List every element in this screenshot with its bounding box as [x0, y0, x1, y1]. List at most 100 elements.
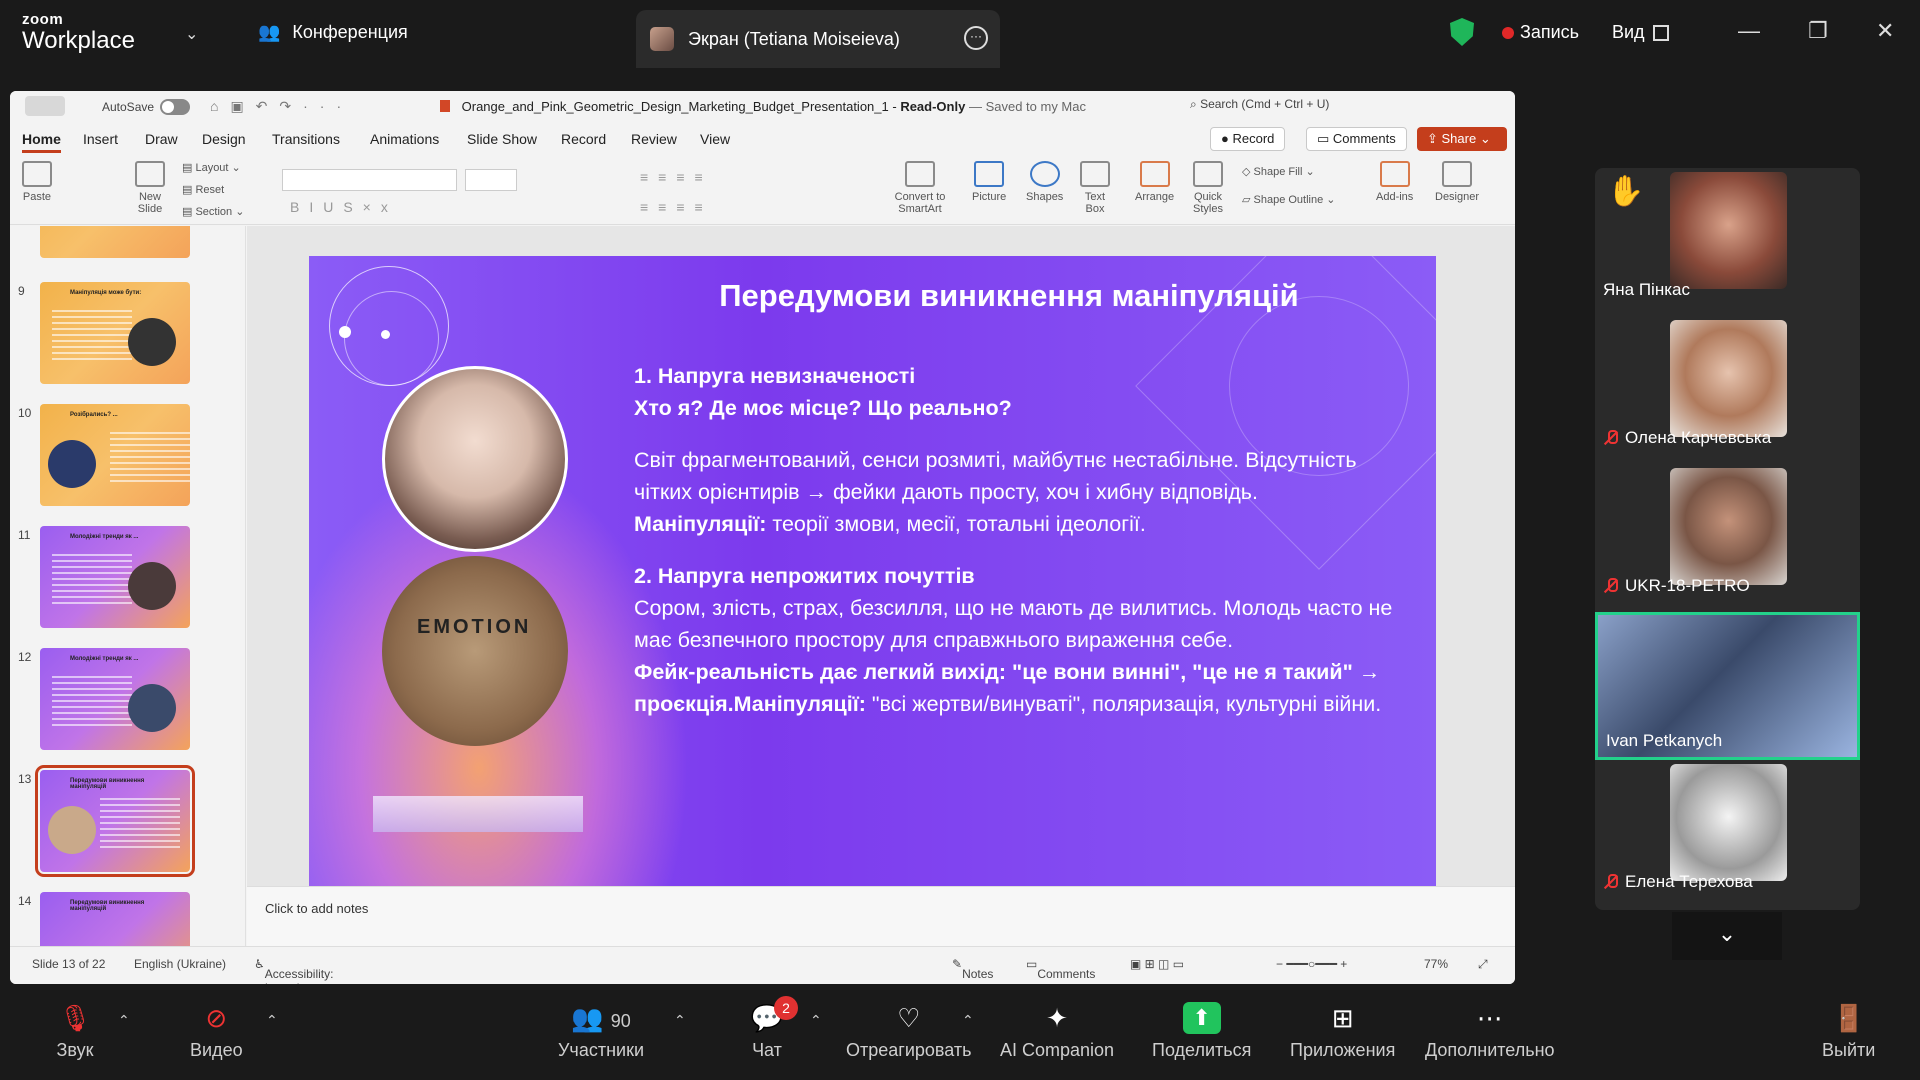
notes-button[interactable]: ✎ Notes: [952, 957, 993, 981]
heading-2: 2. Напруга непрожитих почуттів: [634, 564, 975, 588]
scroll-down-button[interactable]: ⌄: [1672, 912, 1782, 960]
audio-button[interactable]: 🎙 Звук: [56, 1002, 94, 1061]
ribbon-toolbar: Paste New Slide ▤ Layout ⌄ ▤ Reset ▤ Sec…: [10, 155, 1515, 225]
reset-button[interactable]: ▤ Reset: [182, 183, 224, 196]
zoom-logo[interactable]: zoom Workplace: [22, 12, 135, 53]
participant-tile[interactable]: ✋ Яна Пінкас: [1595, 168, 1860, 316]
slide-thumbnails-pane[interactable]: 9 Маніпуляція може бути: 10 Розібрались?…: [10, 226, 246, 946]
restore-icon[interactable]: ❐: [1808, 18, 1828, 44]
share-screen-button[interactable]: ⬆ Поделиться: [1152, 1002, 1251, 1061]
align-icons[interactable]: ≡≡≡≡: [640, 199, 713, 215]
share-button[interactable]: ⇪ Share ⌄: [1417, 127, 1507, 151]
accessibility-button[interactable]: ♿ Accessibility: Investigate: [254, 957, 333, 984]
participant-tile[interactable]: UKR-18-PETRO: [1595, 464, 1860, 612]
tab-design[interactable]: Design: [202, 131, 246, 147]
convert-smartart-button[interactable]: Convert to SmartArt: [885, 161, 955, 215]
more-options-icon[interactable]: ···: [964, 26, 988, 50]
slide-thumbnail-selected[interactable]: Передумови виникнення маніпуляцій: [35, 765, 195, 877]
paste-button[interactable]: Paste: [22, 161, 52, 203]
tab-record[interactable]: Record: [561, 131, 606, 147]
participants-button[interactable]: 👥 90 Участники: [556, 1002, 646, 1061]
shape-fill-button[interactable]: ◇ Shape Fill ⌄: [1242, 165, 1315, 178]
tab-home[interactable]: Home: [22, 131, 61, 153]
comments-button[interactable]: ▭ Comments: [1306, 127, 1407, 151]
tab-view[interactable]: View: [700, 131, 730, 147]
react-button[interactable]: ♡ Отреагировать: [846, 1002, 972, 1061]
thumbnail-image: [48, 440, 96, 488]
tab-insert[interactable]: Insert: [83, 131, 118, 147]
quick-styles-button[interactable]: Quick Styles: [1190, 161, 1226, 215]
leave-button[interactable]: 🚪 Выйти: [1822, 1002, 1875, 1061]
autosave-toggle[interactable]: AutoSave: [102, 99, 191, 115]
tab-slide-show[interactable]: Slide Show: [467, 131, 537, 147]
slide-thumbnail[interactable]: [40, 226, 190, 258]
thumbnail-image: [128, 318, 176, 366]
slide-thumbnail[interactable]: Розібрались? ...: [40, 404, 190, 506]
shape-outline-button[interactable]: ▱ Shape Outline ⌄: [1242, 193, 1336, 206]
tab-draw[interactable]: Draw: [145, 131, 178, 147]
audio-options-caret[interactable]: ⌃: [118, 1012, 130, 1029]
text-format-icons[interactable]: BIUS×x: [290, 199, 398, 215]
add-ins-button[interactable]: Add-ins: [1376, 161, 1413, 203]
close-icon[interactable]: ✕: [1876, 18, 1894, 44]
recording-indicator[interactable]: Запись: [1502, 22, 1579, 43]
arrange-button[interactable]: Arrange: [1135, 161, 1174, 203]
slide-thumbnail[interactable]: Молодіжні тренди як ...: [40, 526, 190, 628]
slide-thumbnail[interactable]: Маніпуляція може бути:: [40, 282, 190, 384]
search-input[interactable]: ⌕ Search (Cmd + Ctrl + U): [1190, 97, 1329, 112]
text-box-button[interactable]: Text Box: [1080, 161, 1110, 215]
security-shield-icon[interactable]: [1450, 18, 1474, 46]
notes-pane[interactable]: Click to add notes: [247, 886, 1515, 946]
share-screen-icon: ⬆: [1182, 1002, 1221, 1034]
chat-options-caret[interactable]: ⌃: [810, 1012, 822, 1029]
slide-thumbnail[interactable]: Передумови виникнення маніпуляцій: [40, 892, 190, 946]
chevron-down-icon[interactable]: ⌄: [185, 24, 198, 44]
picture-button[interactable]: Picture: [972, 161, 1006, 203]
thumbnail-image: [128, 562, 176, 610]
react-options-caret[interactable]: ⌃: [962, 1012, 974, 1029]
quick-access-icons[interactable]: ⌂▣↶↷···: [210, 98, 353, 115]
slide-thumbnail[interactable]: Молодіжні тренди як ...: [40, 648, 190, 750]
designer-button[interactable]: Designer: [1435, 161, 1479, 203]
tab-animations[interactable]: Animations: [370, 131, 439, 147]
view-mode-icons[interactable]: ▣ ⊞ ◫ ▭: [1130, 957, 1184, 971]
more-button[interactable]: ⋯ Дополнительно: [1425, 1002, 1555, 1061]
current-slide[interactable]: EMOTION Передумови виникнення маніпуляці…: [309, 256, 1436, 890]
ai-companion-button[interactable]: ✦ AI Companion: [1000, 1002, 1114, 1061]
paragraph-icons[interactable]: ≡≡≡≡: [640, 169, 713, 185]
font-family-select[interactable]: [282, 169, 457, 191]
font-size-select[interactable]: [465, 169, 517, 191]
participants-options-caret[interactable]: ⌃: [674, 1012, 686, 1029]
section-button[interactable]: ▤ Section ⌄: [182, 205, 244, 218]
conference-tab[interactable]: 👥 Конференция: [258, 22, 408, 43]
view-button[interactable]: Вид: [1612, 22, 1669, 43]
record-button[interactable]: ● Record: [1210, 127, 1286, 151]
fit-slide-icon[interactable]: ⤢: [1478, 957, 1488, 972]
shapes-button[interactable]: Shapes: [1026, 161, 1063, 203]
tab-review[interactable]: Review: [631, 131, 677, 147]
tab-transitions[interactable]: Transitions: [272, 131, 340, 147]
participant-tile[interactable]: Олена Карчевська: [1595, 316, 1860, 464]
participant-tile[interactable]: Елена Терехова: [1595, 760, 1860, 908]
zoom-slider[interactable]: − ━━━○━━━ +: [1276, 957, 1347, 971]
pedestal-decoration: [373, 796, 583, 832]
language-indicator[interactable]: English (Ukraine): [134, 957, 226, 971]
zoom-level[interactable]: 77%: [1424, 957, 1448, 971]
apps-button[interactable]: ⊞ Приложения: [1290, 1002, 1395, 1061]
minimize-icon[interactable]: —: [1738, 18, 1760, 44]
new-slide-button[interactable]: New Slide: [132, 161, 168, 215]
video-button[interactable]: ⊘ Видео: [190, 1002, 243, 1061]
slide-editor[interactable]: EMOTION Передумови виникнення маніпуляці…: [247, 226, 1515, 890]
layout-button[interactable]: ▤ Layout ⌄: [182, 161, 241, 174]
comments-status-button[interactable]: ▭ Comments: [1026, 957, 1095, 981]
participant-tile-active-speaker[interactable]: Ivan Petkanych: [1595, 612, 1860, 760]
screen-share-tab[interactable]: Экран (Tetiana Moiseieva) ···: [636, 10, 1000, 68]
toggle-switch[interactable]: [160, 99, 191, 115]
video-options-caret[interactable]: ⌃: [266, 1012, 278, 1029]
smartart-icon: [905, 161, 935, 187]
arrange-icon: [1139, 161, 1170, 187]
apps-icon: ⊞: [1331, 1003, 1354, 1033]
quick-styles-icon: [1193, 161, 1223, 187]
mic-muted-icon: [1603, 874, 1619, 890]
sidebar-toggle-icon[interactable]: [25, 96, 65, 116]
